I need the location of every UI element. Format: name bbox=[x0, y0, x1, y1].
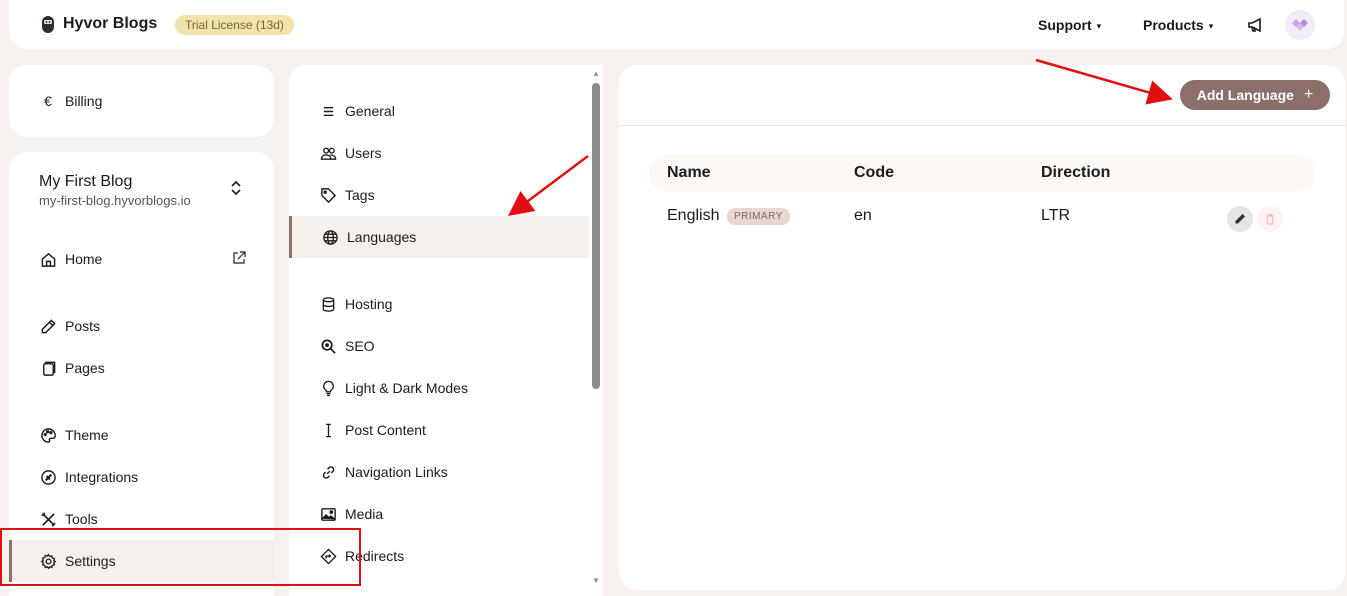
palette-icon bbox=[39, 426, 57, 444]
settings-item-label: Navigation Links bbox=[345, 464, 448, 480]
sidebar-item-theme[interactable]: Theme bbox=[9, 414, 274, 456]
support-label: Support bbox=[1038, 17, 1092, 33]
settings-item-light-dark-modes[interactable]: Light & Dark Modes bbox=[289, 367, 589, 409]
image-icon bbox=[319, 505, 337, 523]
languages-panel: Add Language + Name Code Direction Engli… bbox=[619, 65, 1345, 590]
settings-item-general[interactable]: General bbox=[289, 90, 589, 132]
settings-item-media[interactable]: Media bbox=[289, 493, 589, 535]
settings-item-hosting[interactable]: Hosting bbox=[289, 283, 589, 325]
bulb-icon bbox=[319, 379, 337, 397]
scroll-down-arrow-icon[interactable]: ▼ bbox=[592, 576, 600, 585]
billing-card: € Billing bbox=[9, 65, 274, 137]
settings-item-label: Post Content bbox=[345, 422, 426, 438]
settings-item-tags[interactable]: Tags bbox=[289, 174, 589, 216]
settings-item-label: Hosting bbox=[345, 296, 393, 312]
sidebar-item-pages[interactable]: Pages bbox=[9, 347, 274, 389]
settings-item-label: General bbox=[345, 103, 395, 119]
divider bbox=[619, 125, 1345, 126]
sidebar-item-integrations[interactable]: Integrations bbox=[9, 456, 274, 498]
primary-badge: PRIMARY bbox=[727, 208, 790, 225]
settings-item-label: Redirects bbox=[345, 548, 405, 564]
products-menu[interactable]: Products ▾ bbox=[1143, 17, 1213, 33]
products-label: Products bbox=[1143, 17, 1204, 33]
scrollbar-thumb[interactable] bbox=[592, 83, 600, 389]
plug-icon bbox=[39, 468, 57, 486]
sidebar-item-label: Integrations bbox=[65, 469, 139, 485]
sidebar-item-label: Home bbox=[65, 251, 103, 267]
megaphone-icon[interactable] bbox=[1247, 16, 1265, 34]
delete-button[interactable] bbox=[1257, 206, 1283, 232]
add-language-label: Add Language bbox=[1196, 87, 1294, 103]
sidebar-item-tools[interactable]: Tools bbox=[9, 498, 274, 540]
sidebar-item-label: Theme bbox=[65, 427, 109, 443]
settings-item-label: Users bbox=[345, 145, 382, 161]
users-icon bbox=[319, 144, 337, 162]
settings-item-label: Media bbox=[345, 506, 384, 522]
redirect-icon bbox=[319, 547, 337, 565]
sidebar-item-billing[interactable]: € Billing bbox=[9, 80, 274, 122]
sidebar-item-label: Billing bbox=[65, 93, 103, 109]
chevron-down-icon: ▾ bbox=[1096, 21, 1102, 31]
settings-item-label: Languages bbox=[347, 229, 417, 245]
support-menu[interactable]: Support ▾ bbox=[1038, 17, 1101, 33]
gem-icon bbox=[1292, 19, 1308, 31]
sidebar-item-label: Posts bbox=[65, 318, 101, 334]
settings-menu: General Users Tags Languages Hosting SEO bbox=[289, 65, 603, 596]
sidebar-item-posts[interactable]: Posts bbox=[9, 305, 274, 347]
add-language-button[interactable]: Add Language + bbox=[1180, 80, 1330, 110]
column-header-code: Code bbox=[854, 164, 894, 181]
chevron-down-icon: ▾ bbox=[1208, 21, 1214, 31]
language-name: English bbox=[667, 207, 720, 224]
blog-name[interactable]: My First Blog bbox=[39, 173, 132, 191]
trash-icon bbox=[1266, 213, 1274, 225]
plus-icon: + bbox=[1303, 86, 1314, 103]
settings-item-label: Tags bbox=[345, 187, 375, 203]
link-icon bbox=[319, 463, 337, 481]
sidebar-item-settings[interactable]: Settings bbox=[9, 540, 274, 582]
settings-item-seo[interactable]: SEO bbox=[289, 325, 589, 367]
euro-icon: € bbox=[44, 93, 52, 109]
user-avatar[interactable] bbox=[1285, 10, 1315, 40]
gear-icon bbox=[39, 552, 57, 570]
chevron-up-down-icon[interactable] bbox=[229, 179, 243, 197]
sidebar-item-label: Tools bbox=[65, 511, 98, 527]
logo-icon[interactable] bbox=[41, 14, 55, 34]
edit-button[interactable] bbox=[1227, 206, 1253, 232]
settings-item-redirects[interactable]: Redirects bbox=[289, 535, 589, 577]
blog-sidebar: My First Blog my-first-blog.hyvorblogs.i… bbox=[9, 152, 274, 596]
language-direction: LTR bbox=[1041, 207, 1071, 224]
list-icon bbox=[319, 102, 337, 120]
column-header-direction: Direction bbox=[1041, 164, 1111, 181]
tag-icon bbox=[319, 186, 337, 204]
settings-item-label: Light & Dark Modes bbox=[345, 380, 468, 396]
settings-item-languages[interactable]: Languages bbox=[289, 216, 589, 258]
trial-license-badge[interactable]: Trial License (13d) bbox=[175, 15, 294, 35]
blog-url: my-first-blog.hyvorblogs.io bbox=[39, 193, 191, 208]
home-icon bbox=[39, 250, 57, 268]
settings-item-navigation-links[interactable]: Navigation Links bbox=[289, 451, 589, 493]
settings-item-users[interactable]: Users bbox=[289, 132, 589, 174]
search-icon bbox=[319, 337, 337, 355]
column-header-name: Name bbox=[667, 164, 711, 181]
pencil-icon bbox=[1235, 214, 1245, 224]
sidebar-item-label: Pages bbox=[65, 360, 105, 376]
pages-icon bbox=[39, 359, 57, 377]
language-code: en bbox=[854, 207, 872, 224]
settings-item-post-content[interactable]: Post Content bbox=[289, 409, 589, 451]
pencil-icon bbox=[39, 317, 57, 335]
tools-icon bbox=[39, 510, 57, 528]
external-link-icon[interactable] bbox=[231, 250, 247, 266]
scroll-up-arrow-icon[interactable]: ▲ bbox=[592, 69, 600, 78]
settings-item-label: SEO bbox=[345, 338, 375, 354]
table-header: Name Code Direction bbox=[649, 155, 1315, 191]
top-header: Hyvor Blogs Trial License (13d) Support ▾… bbox=[9, 0, 1344, 49]
database-icon bbox=[319, 295, 337, 313]
app-title[interactable]: Hyvor Blogs bbox=[63, 15, 157, 33]
globe-icon bbox=[321, 228, 339, 246]
text-cursor-icon bbox=[319, 421, 337, 439]
sidebar-item-label: Settings bbox=[65, 553, 116, 569]
